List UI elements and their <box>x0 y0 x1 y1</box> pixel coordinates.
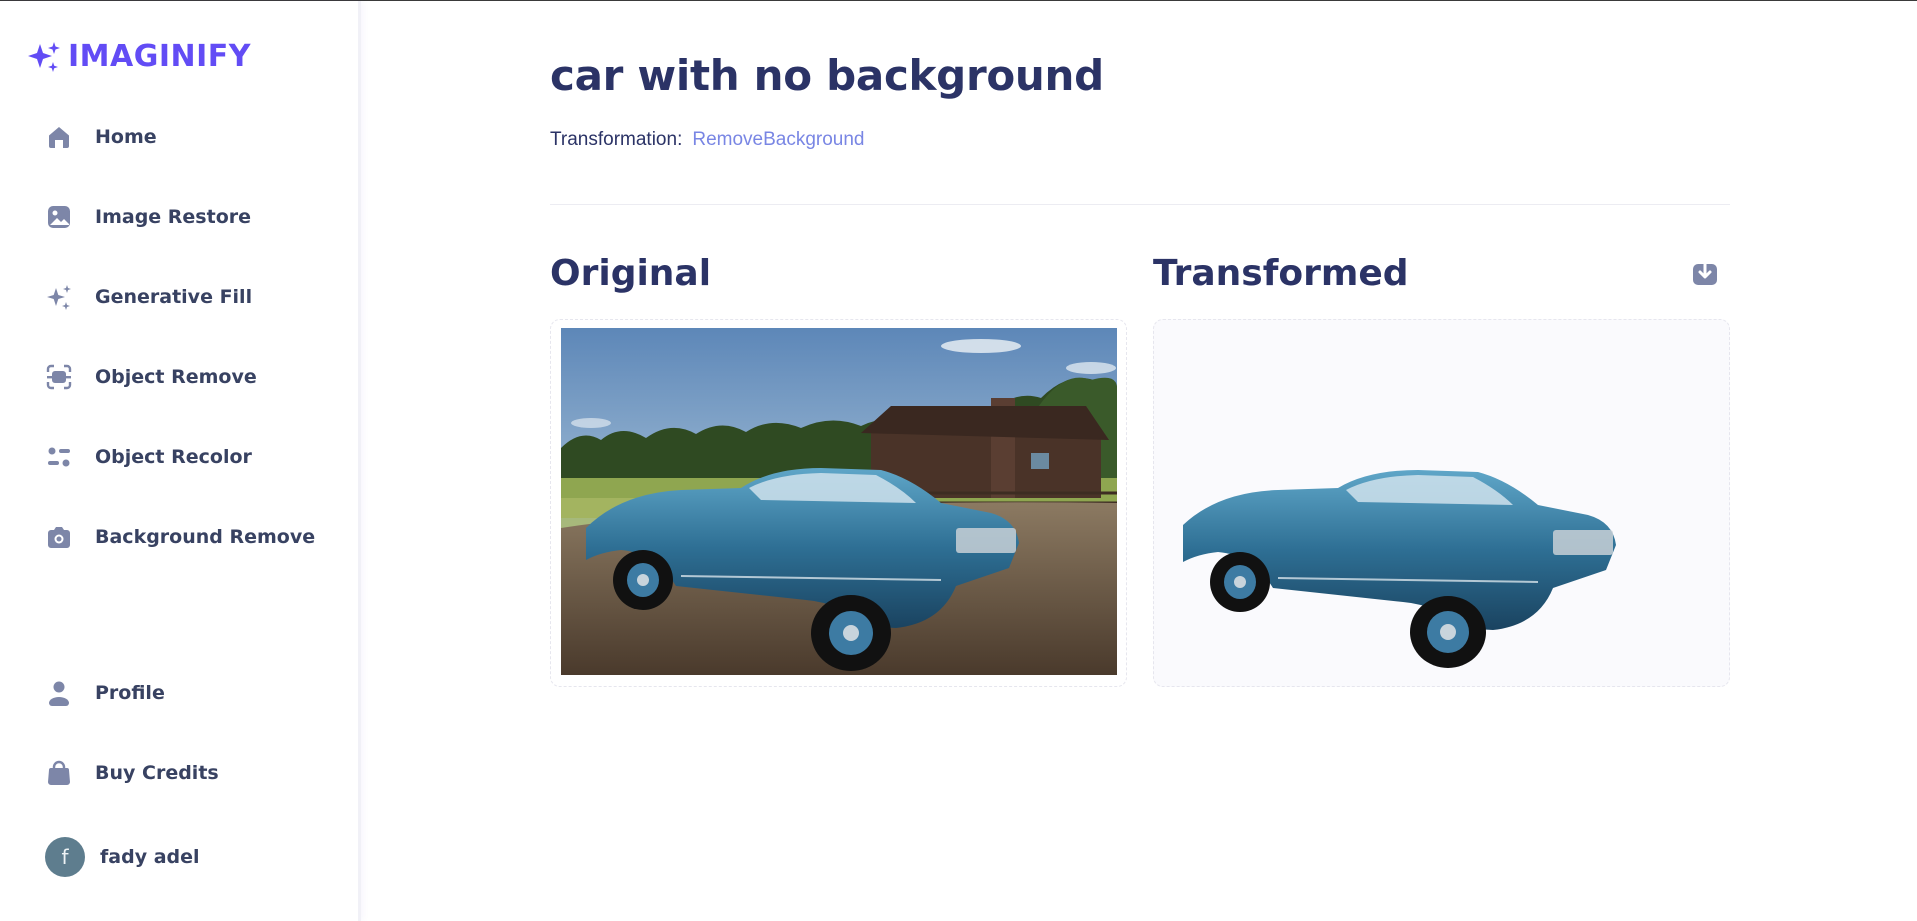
original-image[interactable] <box>561 328 1117 675</box>
sidebar-item-label: Buy Credits <box>95 762 219 784</box>
filter-icon <box>44 442 74 472</box>
sidebar-item-profile[interactable]: Profile <box>44 673 165 713</box>
original-image-frame <box>550 319 1127 687</box>
avatar: f <box>45 837 85 877</box>
scan-icon <box>44 362 74 392</box>
sidebar-item-label: Profile <box>95 682 165 704</box>
logo-text: IMAGINIFY <box>68 39 252 74</box>
sidebar-item-label: Image Restore <box>95 206 252 228</box>
sidebar-item-home[interactable]: Home <box>44 117 157 157</box>
sidebar-item-label: Background Remove <box>95 526 316 548</box>
logo[interactable]: IMAGINIFY <box>26 39 251 74</box>
camera-icon <box>44 522 74 552</box>
download-icon <box>1693 260 1717 285</box>
user-name: fady adel <box>100 846 200 868</box>
download-button[interactable] <box>1690 259 1720 289</box>
sidebar-item-label: Object Remove <box>95 366 257 388</box>
page-title: car with no background <box>550 51 1104 100</box>
sidebar-item-object-remove[interactable]: Object Remove <box>44 357 257 397</box>
image-icon <box>44 202 74 232</box>
bag-icon <box>44 758 74 788</box>
sidebar-item-label: Generative Fill <box>95 286 253 308</box>
user-icon <box>44 678 74 708</box>
sparkle-logo-icon <box>28 41 60 72</box>
sidebar-item-image-restore[interactable]: Image Restore <box>44 197 251 237</box>
transformed-image-frame <box>1153 319 1730 687</box>
sidebar: IMAGINIFY Home Image Restore Generative … <box>0 1 361 921</box>
home-icon <box>44 122 74 152</box>
transformation-label: Transformation: <box>550 129 683 150</box>
transformed-heading: Transformed <box>1153 253 1409 294</box>
transformation-type: RemoveBackground <box>692 129 865 150</box>
sidebar-item-buy-credits[interactable]: Buy Credits <box>44 753 219 793</box>
sidebar-item-label: Object Recolor <box>95 446 252 468</box>
user-button[interactable]: f fady adel <box>45 837 200 877</box>
sidebar-item-generative-fill[interactable]: Generative Fill <box>44 277 252 317</box>
divider <box>550 204 1730 205</box>
main-content: car with no background Transformation: R… <box>364 1 1917 921</box>
transformed-image[interactable] <box>1178 470 1618 670</box>
stars-icon <box>44 282 74 312</box>
transformation-info: Transformation: RemoveBackground <box>550 129 865 151</box>
original-heading: Original <box>550 253 712 294</box>
sidebar-item-background-remove[interactable]: Background Remove <box>44 517 315 557</box>
sidebar-item-label: Home <box>95 126 157 148</box>
sidebar-item-object-recolor[interactable]: Object Recolor <box>44 437 252 477</box>
